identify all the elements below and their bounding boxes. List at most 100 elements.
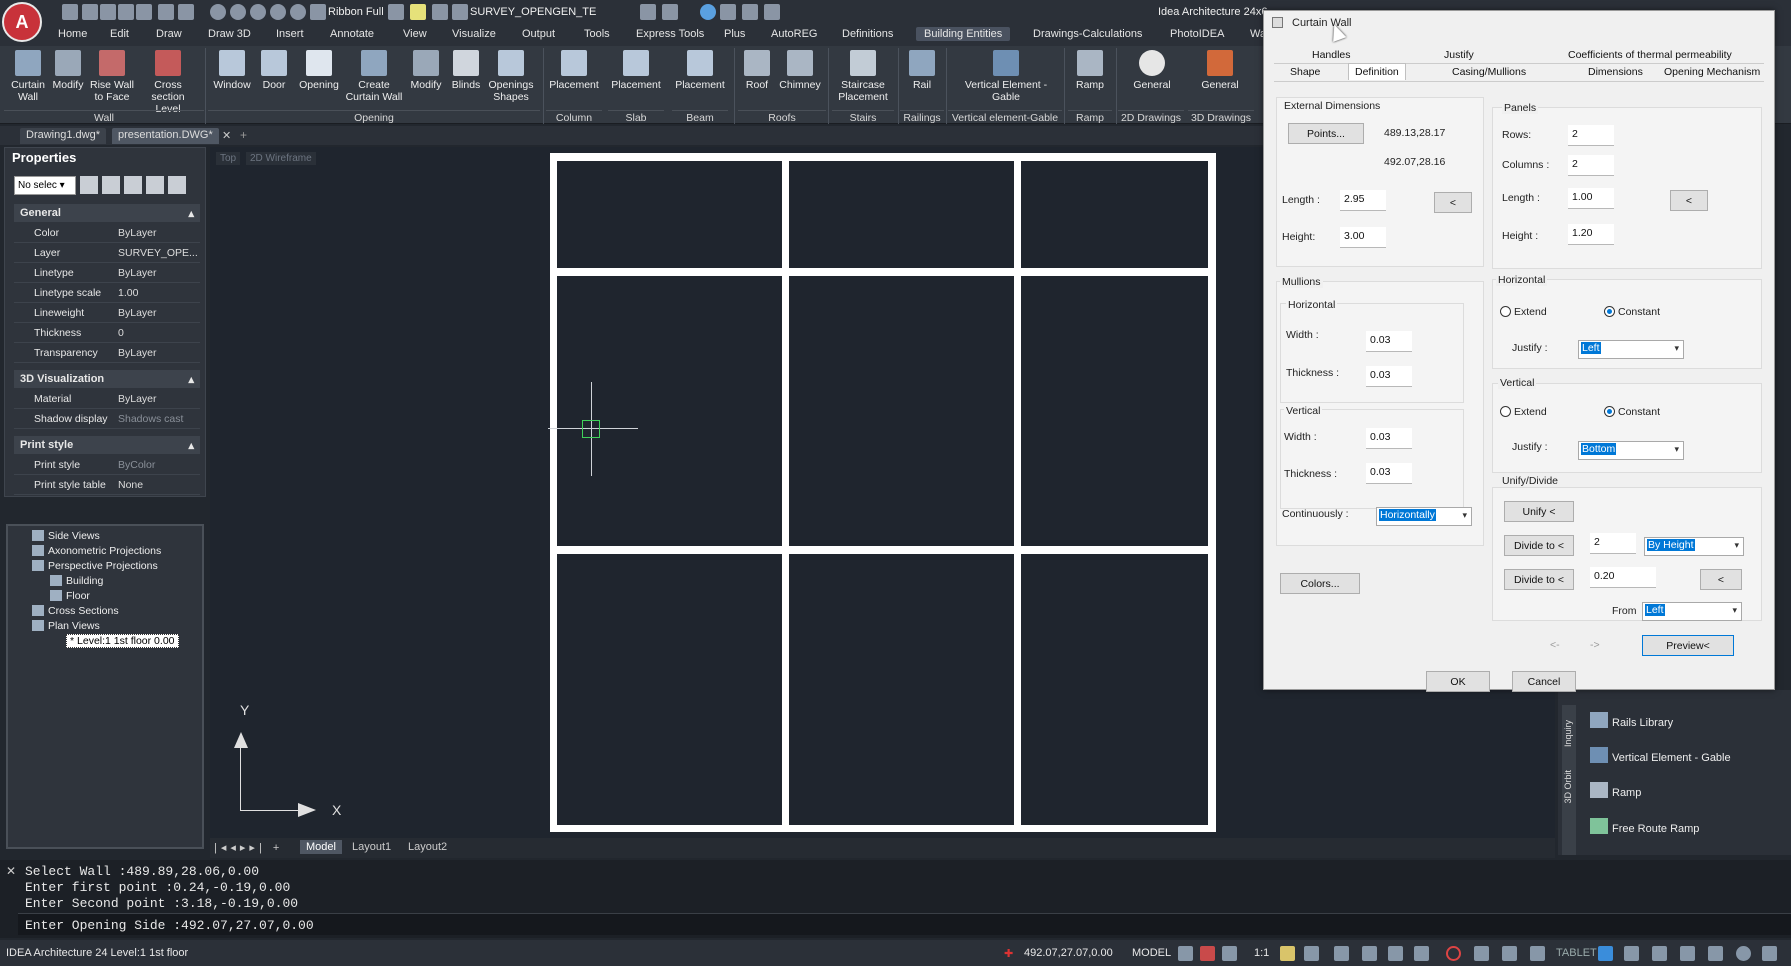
palette-tab-3d-orbit[interactable]: 3D Orbit (1563, 770, 1573, 804)
layer-icon[interactable] (388, 4, 404, 20)
lineweight-icon[interactable] (1502, 946, 1517, 961)
info-icon[interactable] (1736, 946, 1751, 961)
grid-display-icon[interactable] (1362, 946, 1377, 961)
unify-button[interactable]: Unify < (1504, 501, 1574, 522)
cancel-button[interactable]: Cancel (1512, 671, 1576, 692)
selection-dropdown[interactable]: No selec ▾ (14, 176, 76, 195)
workspace-icon[interactable] (1304, 946, 1319, 961)
match-icon[interactable] (640, 4, 656, 20)
screen-icon[interactable] (1708, 946, 1723, 961)
current-layer-select[interactable]: SURVEY_OPENGEN_TE (470, 6, 596, 18)
snap-icon[interactable] (1200, 946, 1215, 961)
tab-visualize[interactable]: Visualize (452, 28, 496, 40)
vertical-element-gable-button[interactable]: Vertical Element - Gable (958, 50, 1054, 103)
close-icon[interactable]: ✕ (222, 129, 231, 142)
annotation-icon[interactable] (1222, 946, 1237, 961)
column-placement-button[interactable]: Placement (546, 50, 602, 91)
ok-button[interactable]: OK (1426, 671, 1490, 692)
opening-button[interactable]: Opening (294, 50, 344, 91)
otrack-icon[interactable] (1474, 946, 1489, 961)
dots-icon[interactable] (1334, 946, 1349, 961)
prop-material[interactable]: Material ByLayer (14, 389, 200, 409)
tree-cross-sections[interactable]: Cross Sections (32, 605, 119, 617)
layout-tab-layout2[interactable]: Layout2 (408, 841, 447, 853)
continuously-select[interactable]: Horizontally ▾ (1376, 507, 1472, 526)
status-model[interactable]: MODEL (1132, 947, 1171, 959)
divide-count-input[interactable]: 2 (1590, 533, 1636, 554)
divide-to-button-2[interactable]: Divide to < (1504, 569, 1574, 590)
annotation-visibility-icon[interactable] (1280, 946, 1295, 961)
tab-building-entities[interactable]: Building Entities (916, 27, 1011, 41)
prop-transparency[interactable]: Transparency ByLayer (14, 343, 200, 363)
create-curtain-wall-button[interactable]: Create Curtain Wall (344, 50, 404, 103)
horizontal-extend-radio[interactable]: Extend (1500, 306, 1547, 318)
section-general[interactable]: General ▴ (14, 204, 200, 222)
vertical-justify-select[interactable]: Bottom ▾ (1578, 441, 1684, 460)
saveas-icon[interactable] (118, 4, 134, 20)
tab-draw3d[interactable]: Draw 3D (208, 28, 251, 40)
prop-linetype-scale[interactable]: Linetype scale 1.00 (14, 283, 200, 303)
file-tab-drawing1[interactable]: Drawing1.dwg* (20, 128, 106, 144)
general-3d-button[interactable]: General (1192, 50, 1248, 91)
palette-rails-library[interactable]: Rails Library (1590, 712, 1673, 729)
polar-icon[interactable] (1414, 946, 1429, 961)
previous-step-button[interactable]: <- (1550, 639, 1560, 651)
quick-select-icon[interactable] (80, 176, 98, 194)
circle-icon[interactable] (230, 4, 246, 20)
divide-to-button-1[interactable]: Divide to < (1504, 535, 1574, 556)
layer-color-icon[interactable] (432, 4, 448, 20)
tab-dimensions[interactable]: Dimensions (1588, 66, 1643, 78)
open-icon[interactable] (82, 4, 98, 20)
tree-plan-views[interactable]: Plan Views (32, 620, 100, 632)
section-3d-visualization[interactable]: 3D Visualization ▴ (14, 370, 200, 388)
colors-button[interactable]: Colors... (1280, 573, 1360, 594)
ramp-button[interactable]: Ramp (1070, 50, 1110, 91)
tab-casing-mullions[interactable]: Casing/Mullions (1452, 66, 1526, 78)
prop-thickness[interactable]: Thickness 0 (14, 323, 200, 343)
status-scale[interactable]: 1:1 (1254, 947, 1269, 959)
isolate-icon[interactable] (1624, 946, 1639, 961)
modify-wall-button[interactable]: Modify (48, 50, 88, 91)
curtain-wall-drawing[interactable] (550, 153, 1216, 832)
mullion-v-thickness-input[interactable]: 0.03 (1366, 463, 1412, 484)
redo-icon[interactable] (178, 4, 194, 20)
new-tab-icon[interactable]: + (240, 128, 247, 142)
palette-tab-inquiry[interactable]: Inquiry (1563, 720, 1573, 747)
dropdown-icon[interactable] (764, 4, 780, 20)
tab-opening-mechanism[interactable]: Opening Mechanism (1664, 66, 1760, 78)
cross-section-level-button[interactable]: Cross section Level (142, 50, 194, 115)
panel-pick-button[interactable]: < (1670, 190, 1708, 211)
prop-linetype[interactable]: Linetype ByLayer (14, 263, 200, 283)
circle-icon[interactable] (270, 4, 286, 20)
circle-icon[interactable] (210, 4, 226, 20)
horizontal-constant-radio[interactable]: Constant (1604, 306, 1660, 318)
blinds-button[interactable]: Blinds (448, 50, 484, 91)
hardware-icon[interactable] (1680, 946, 1695, 961)
tab-tools[interactable]: Tools (584, 28, 610, 40)
rise-wall-button[interactable]: Rise Wall to Face (86, 50, 138, 103)
help-icon[interactable] (700, 4, 716, 20)
prop-lineweight[interactable]: Lineweight ByLayer (14, 303, 200, 323)
palette-ramp[interactable]: Ramp (1590, 782, 1641, 799)
window-icon[interactable] (720, 4, 736, 20)
undo-icon[interactable] (158, 4, 174, 20)
from-select[interactable]: Left ▾ (1642, 602, 1742, 621)
filter-icon[interactable] (146, 176, 164, 194)
tree-floor[interactable]: Floor (50, 590, 90, 602)
tab-justify[interactable]: Justify (1444, 49, 1474, 61)
funnel-icon[interactable] (168, 176, 186, 194)
tab-draw[interactable]: Draw (156, 28, 182, 40)
preview-button[interactable]: Preview< (1642, 635, 1734, 656)
visual-style-button[interactable]: 2D Wireframe (246, 152, 316, 165)
gear-icon[interactable] (310, 4, 326, 20)
rail-button[interactable]: Rail (905, 50, 939, 91)
height-input[interactable]: 3.00 (1340, 227, 1386, 248)
app-logo[interactable]: A (2, 2, 42, 42)
tree-side-views[interactable]: Side Views (32, 530, 100, 542)
vertical-extend-radio[interactable]: Extend (1500, 406, 1547, 418)
new-icon[interactable] (62, 4, 78, 20)
tab-insert[interactable]: Insert (276, 28, 304, 40)
view-top-button[interactable]: Top (216, 152, 241, 165)
gear-icon[interactable] (1598, 946, 1613, 961)
section-print-style[interactable]: Print style ▴ (14, 436, 200, 454)
